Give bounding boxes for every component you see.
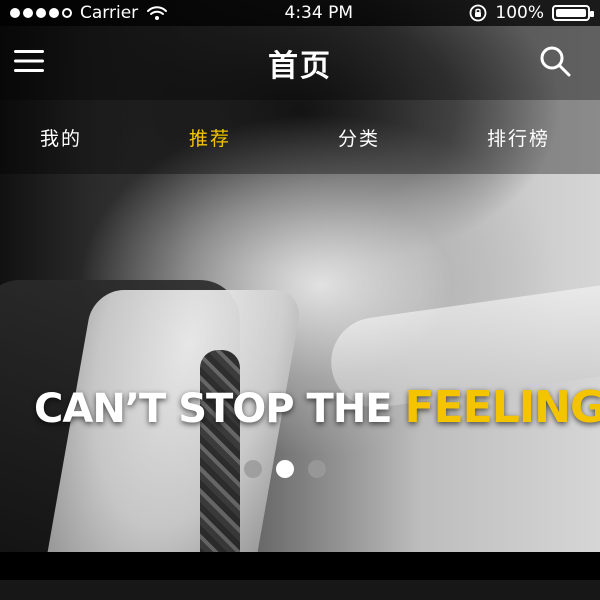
pagination-dot-1[interactable]: [244, 460, 262, 478]
battery-icon: [552, 5, 594, 21]
rotation-lock-icon: [469, 4, 487, 22]
page-title: 首页: [268, 49, 332, 84]
status-time: 4:34 PM: [284, 3, 354, 23]
signal-dot: [10, 8, 20, 18]
signal-dot: [23, 8, 33, 18]
carousel-pagination: [244, 460, 326, 478]
pagination-dot-2[interactable]: [276, 460, 294, 478]
bottom-strip: [0, 552, 600, 600]
signal-dot: [49, 8, 59, 18]
carrier-name: Carrier: [80, 3, 139, 23]
status-bar-left: Carrier: [10, 3, 168, 23]
headline-part-2: FEELING: [404, 382, 600, 433]
tab-category[interactable]: 分类: [338, 114, 380, 161]
tab-bar: 我的 推荐 分类 排行榜: [0, 100, 600, 174]
menu-button[interactable]: [8, 42, 50, 84]
tab-my[interactable]: 我的: [40, 114, 82, 161]
top-navbar: 首页: [0, 26, 600, 100]
tab-ranking[interactable]: 排行榜: [487, 114, 550, 161]
hamburger-menu-icon: [14, 49, 44, 77]
hero-tie-shape: [200, 350, 240, 552]
status-bar-right: 100%: [469, 3, 594, 23]
hero-headline: CAN’T STOP THE FEELING!: [34, 382, 600, 433]
status-bar: Carrier 4:34 PM 100%: [0, 0, 600, 26]
tab-recommend[interactable]: 推荐: [189, 114, 231, 161]
headline-part-1: CAN’T STOP THE: [34, 386, 405, 432]
signal-dot-empty: [62, 8, 72, 18]
battery-percent: 100%: [495, 3, 544, 23]
wifi-icon: [146, 5, 168, 21]
battery-fill: [556, 9, 586, 17]
magnifier-search-icon: [538, 44, 572, 82]
signal-dot: [36, 8, 46, 18]
signal-strength-icon: [10, 8, 72, 18]
search-button[interactable]: [534, 42, 576, 84]
pagination-dot-3[interactable]: [308, 460, 326, 478]
